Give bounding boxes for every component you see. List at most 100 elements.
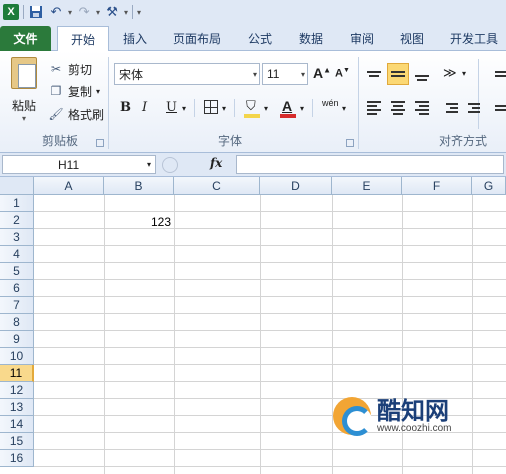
- column-header[interactable]: D: [260, 177, 332, 195]
- tools-icon[interactable]: ⚒: [104, 4, 120, 20]
- gridline: [34, 364, 506, 365]
- paste-dropdown-icon[interactable]: ▾: [22, 114, 26, 123]
- tools-dropdown-icon[interactable]: ▾: [124, 8, 128, 17]
- tab-home[interactable]: 开始: [57, 26, 109, 51]
- shrink-font-icon[interactable]: A▼: [335, 67, 350, 80]
- phonetic-button[interactable]: wén: [322, 98, 339, 108]
- separator: [234, 99, 235, 117]
- column-header[interactable]: C: [174, 177, 260, 195]
- clipboard-launcher-icon[interactable]: [96, 139, 104, 147]
- insert-function-button[interactable]: fx: [210, 156, 222, 170]
- tab-page-layout[interactable]: 页面布局: [163, 26, 231, 51]
- orientation-dropdown-icon[interactable]: ▾: [462, 69, 466, 78]
- font-color-dropdown-icon[interactable]: ▾: [300, 104, 304, 113]
- undo-dropdown-icon[interactable]: ▾: [68, 8, 72, 17]
- row-header[interactable]: 14: [0, 416, 34, 433]
- save-icon[interactable]: [28, 4, 44, 20]
- paste-button[interactable]: 粘贴 ▾: [4, 57, 44, 123]
- border-icon[interactable]: [204, 100, 218, 114]
- name-box-value: H11: [58, 157, 80, 172]
- row-header[interactable]: 3: [0, 229, 34, 246]
- tab-data[interactable]: 数据: [290, 26, 332, 51]
- gridline: [34, 262, 506, 263]
- column-header[interactable]: A: [34, 177, 104, 195]
- orientation-icon[interactable]: ≫: [443, 65, 457, 81]
- row-header[interactable]: 2: [0, 212, 34, 229]
- watermark-brand: 酷知网: [377, 396, 449, 425]
- decrease-indent-icon[interactable]: [441, 97, 463, 119]
- formula-input[interactable]: [236, 155, 504, 174]
- excel-icon[interactable]: X: [3, 4, 19, 20]
- undo-icon[interactable]: ↶: [48, 4, 64, 20]
- name-box[interactable]: H11 ▾: [2, 155, 156, 174]
- watermark-text: 酷知网 www.coozhi.com: [377, 399, 451, 434]
- column-header[interactable]: B: [104, 177, 174, 195]
- tab-review[interactable]: 审阅: [342, 26, 382, 51]
- gridline: [34, 296, 506, 297]
- cut-button[interactable]: ✂ 剪切: [48, 59, 92, 79]
- tab-view[interactable]: 视图: [392, 26, 432, 51]
- font-size-value: 11: [267, 67, 280, 81]
- row-header[interactable]: 4: [0, 246, 34, 263]
- italic-button[interactable]: I: [142, 100, 147, 115]
- row-header[interactable]: 15: [0, 433, 34, 450]
- font-name-value: 宋体: [119, 67, 144, 82]
- row-header[interactable]: 9: [0, 331, 34, 348]
- border-dropdown-icon[interactable]: ▾: [222, 104, 226, 113]
- row-header[interactable]: 6: [0, 280, 34, 297]
- align-right-icon[interactable]: [411, 97, 433, 119]
- merge-center-icon[interactable]: [490, 97, 506, 119]
- copy-button[interactable]: ❐ 复制 ▾: [48, 81, 100, 101]
- redo-icon[interactable]: ↷: [76, 4, 92, 20]
- align-top-icon[interactable]: [363, 63, 385, 85]
- row-header[interactable]: 16: [0, 450, 34, 467]
- fill-dropdown-icon[interactable]: ▾: [264, 104, 268, 113]
- increase-indent-icon[interactable]: [463, 97, 485, 119]
- fill-color-icon[interactable]: ⛉: [246, 98, 256, 114]
- format-painter-button[interactable]: 🖌 格式刷: [48, 104, 104, 124]
- column-header[interactable]: E: [332, 177, 402, 195]
- tab-formulas[interactable]: 公式: [240, 26, 280, 51]
- font-launcher-icon[interactable]: [346, 139, 354, 147]
- font-color-button[interactable]: A: [282, 98, 292, 114]
- gridline: [34, 347, 506, 348]
- row-header[interactable]: 1: [0, 195, 34, 212]
- underline-button[interactable]: U: [166, 100, 177, 115]
- cell-b2[interactable]: 123: [105, 215, 171, 229]
- tab-file[interactable]: 文件: [0, 26, 51, 51]
- align-left-icon[interactable]: [363, 97, 385, 119]
- select-all-corner[interactable]: [0, 177, 34, 195]
- grow-font-icon[interactable]: A▲: [313, 65, 331, 81]
- align-bottom-icon[interactable]: [411, 63, 433, 85]
- row-header[interactable]: 12: [0, 382, 34, 399]
- column-header[interactable]: G: [472, 177, 506, 195]
- column-header[interactable]: F: [402, 177, 472, 195]
- customize-qat-icon[interactable]: ▾: [137, 8, 141, 17]
- gridline: [34, 313, 506, 314]
- row-header[interactable]: 8: [0, 314, 34, 331]
- tab-insert[interactable]: 插入: [115, 26, 155, 51]
- underline-dropdown-icon[interactable]: ▾: [182, 104, 186, 113]
- watermark-url: www.coozhi.com: [377, 422, 452, 434]
- font-size-select[interactable]: 11 ▾: [262, 63, 308, 85]
- chevron-down-icon: ▾: [146, 160, 151, 169]
- bold-button[interactable]: B: [120, 100, 131, 115]
- row-header[interactable]: 5: [0, 263, 34, 280]
- font-name-select[interactable]: 宋体 ▾: [114, 63, 260, 85]
- formula-bar: H11 ▾ fx: [0, 153, 506, 177]
- paste-icon: [11, 57, 37, 89]
- copy-dropdown-icon[interactable]: ▾: [96, 87, 100, 96]
- align-middle-icon[interactable]: [387, 63, 409, 85]
- wrap-text-icon[interactable]: [490, 63, 506, 85]
- group-separator: [108, 57, 109, 149]
- quick-access-toolbar: X ↶ ▾ ↷ ▾ ⚒ ▾ ▾: [0, 0, 506, 24]
- font-format-row: B I U ▾ ▾ ⛉ ▾ A ▾ wén ▾: [116, 97, 356, 121]
- row-header[interactable]: 7: [0, 297, 34, 314]
- tab-developer[interactable]: 开发工具: [442, 26, 506, 51]
- row-header-selected[interactable]: 11: [0, 365, 34, 382]
- row-header[interactable]: 10: [0, 348, 34, 365]
- row-header[interactable]: 13: [0, 399, 34, 416]
- phonetic-dropdown-icon[interactable]: ▾: [342, 104, 346, 113]
- align-center-icon[interactable]: [387, 97, 409, 119]
- redo-dropdown-icon[interactable]: ▾: [96, 8, 100, 17]
